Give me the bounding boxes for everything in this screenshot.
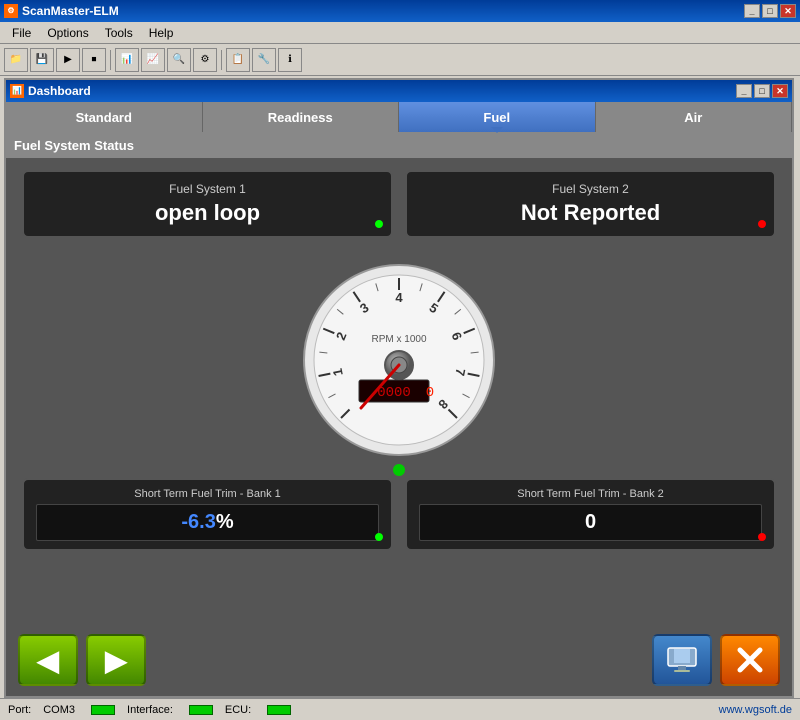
minimize-button[interactable]: _ xyxy=(744,4,760,18)
gauge-indicator xyxy=(393,464,405,476)
toolbar-btn-10[interactable]: 🔧 xyxy=(252,48,276,72)
tab-fuel[interactable]: Fuel xyxy=(399,102,596,132)
svg-text:0000: 0000 xyxy=(377,385,411,401)
nav-right xyxy=(652,634,780,686)
fuel-system-1-indicator xyxy=(375,220,383,228)
fuel-system-1-box: Fuel System 1 open loop xyxy=(22,170,393,238)
toolbar-btn-5[interactable]: 📊 xyxy=(115,48,139,72)
dashboard-maximize[interactable]: □ xyxy=(754,84,770,98)
tab-standard[interactable]: Standard xyxy=(6,102,203,132)
menu-tools[interactable]: Tools xyxy=(97,24,141,42)
menu-help[interactable]: Help xyxy=(141,24,182,42)
toolbar-btn-2[interactable]: 💾 xyxy=(30,48,54,72)
fuel-trim-1-box: Short Term Fuel Trim - Bank 1 -6.3% xyxy=(22,478,393,551)
fuel-trim-2-value-container: 0 xyxy=(419,504,762,541)
fuel-trim-2-value: 0 xyxy=(585,511,596,533)
close-button[interactable]: ✕ xyxy=(780,4,796,18)
ecu-indicator xyxy=(267,705,291,715)
menu-file[interactable]: File xyxy=(4,24,39,42)
bottom-nav: ◀ ▶ xyxy=(6,624,792,696)
svg-text:RPM x 1000: RPM x 1000 xyxy=(371,334,426,345)
fuel-system-1-label: Fuel System 1 xyxy=(40,182,375,196)
dashboard-titlebar-buttons: _ □ ✕ xyxy=(736,84,788,98)
gauge-svg: 1 2 3 4 5 xyxy=(299,260,499,460)
back-button[interactable]: ◀ xyxy=(18,634,78,686)
status-left: Port: COM3 Interface: ECU: xyxy=(8,704,291,716)
fuel-trim-row: Short Term Fuel Trim - Bank 1 -6.3% Shor… xyxy=(6,470,792,559)
outer-window: ⚙ ScanMaster-ELM _ □ ✕ File Options Tool… xyxy=(0,0,800,720)
toolbar-btn-8[interactable]: ⚙ xyxy=(193,48,217,72)
toolbar: 📁 💾 ▶ ⏹ 📊 📈 🔍 ⚙ 📋 🔧 ℹ xyxy=(0,44,800,76)
port-value: COM3 xyxy=(43,704,75,716)
fuel-trim-2-indicator xyxy=(758,533,766,541)
svg-text:0: 0 xyxy=(426,385,434,401)
tab-readiness[interactable]: Readiness xyxy=(203,102,400,132)
tab-bar: Standard Readiness Fuel Air xyxy=(6,102,792,132)
fuel-trim-1-indicator xyxy=(375,533,383,541)
fuel-system-2-indicator xyxy=(758,220,766,228)
main-titlebar-buttons: _ □ ✕ xyxy=(744,4,796,18)
dashboard-icon: 📊 xyxy=(10,84,24,98)
tab-air[interactable]: Air xyxy=(596,102,793,132)
toolbar-btn-7[interactable]: 🔍 xyxy=(167,48,191,72)
fuel-systems-row: Fuel System 1 open loop Fuel System 2 No… xyxy=(6,158,792,250)
dashboard-titlebar: 📊 Dashboard _ □ ✕ xyxy=(6,80,792,102)
fuel-trim-1-label: Short Term Fuel Trim - Bank 1 xyxy=(36,488,379,500)
fuel-system-2-value: Not Reported xyxy=(423,200,758,226)
dashboard-content: Fuel System Status Fuel System 1 open lo… xyxy=(6,132,792,696)
interface-indicator xyxy=(189,705,213,715)
port-label: Port: xyxy=(8,704,31,716)
toolbar-btn-4[interactable]: ⏹ xyxy=(82,48,106,72)
fuel-trim-2-box: Short Term Fuel Trim - Bank 2 0 xyxy=(405,478,776,551)
toolbar-sep-2 xyxy=(221,50,222,70)
back-arrow-icon: ◀ xyxy=(37,644,59,677)
forward-arrow-icon: ▶ xyxy=(105,644,127,677)
interface-label: Interface: xyxy=(127,704,173,716)
status-bar: Port: COM3 Interface: ECU: www.wgsoft.de xyxy=(0,698,800,720)
website: www.wgsoft.de xyxy=(719,704,792,716)
maximize-button[interactable]: □ xyxy=(762,4,778,18)
port-indicator xyxy=(91,705,115,715)
toolbar-btn-1[interactable]: 📁 xyxy=(4,48,28,72)
toolbar-btn-11[interactable]: ℹ xyxy=(278,48,302,72)
close-nav-icon xyxy=(734,644,766,676)
main-titlebar-left: ⚙ ScanMaster-ELM xyxy=(4,4,119,18)
app-icon: ⚙ xyxy=(4,4,18,18)
toolbar-sep-1 xyxy=(110,50,111,70)
monitor-button[interactable] xyxy=(652,634,712,686)
toolbar-btn-9[interactable]: 📋 xyxy=(226,48,250,72)
rpm-gauge: 1 2 3 4 5 xyxy=(299,260,499,460)
menu-bar: File Options Tools Help xyxy=(0,22,800,44)
ecu-label: ECU: xyxy=(225,704,251,716)
dashboard-minimize[interactable]: _ xyxy=(736,84,752,98)
monitor-icon xyxy=(666,646,698,674)
fuel-trim-1-value: -6.3% xyxy=(181,511,233,533)
dashboard-window: 📊 Dashboard _ □ ✕ Standard Readiness Fue… xyxy=(4,78,794,698)
forward-button[interactable]: ▶ xyxy=(86,634,146,686)
svg-text:4: 4 xyxy=(395,290,403,305)
dashboard-title: Dashboard xyxy=(28,84,91,98)
close-nav-button[interactable] xyxy=(720,634,780,686)
menu-options[interactable]: Options xyxy=(39,24,96,42)
section-header: Fuel System Status xyxy=(6,132,792,158)
fuel-trim-2-label: Short Term Fuel Trim - Bank 2 xyxy=(419,488,762,500)
toolbar-btn-6[interactable]: 📈 xyxy=(141,48,165,72)
status-right: www.wgsoft.de xyxy=(719,704,792,716)
gauge-area: 1 2 3 4 5 xyxy=(6,250,792,470)
fuel-system-2-box: Fuel System 2 Not Reported xyxy=(405,170,776,238)
nav-left: ◀ ▶ xyxy=(18,634,146,686)
fuel-trim-1-value-container: -6.3% xyxy=(36,504,379,541)
dashboard-close[interactable]: ✕ xyxy=(772,84,788,98)
fuel-system-1-value: open loop xyxy=(40,200,375,226)
dashboard-titlebar-left: 📊 Dashboard xyxy=(10,84,91,98)
toolbar-btn-3[interactable]: ▶ xyxy=(56,48,80,72)
main-window-title: ScanMaster-ELM xyxy=(22,4,119,18)
fuel-system-2-label: Fuel System 2 xyxy=(423,182,758,196)
main-titlebar: ⚙ ScanMaster-ELM _ □ ✕ xyxy=(0,0,800,22)
